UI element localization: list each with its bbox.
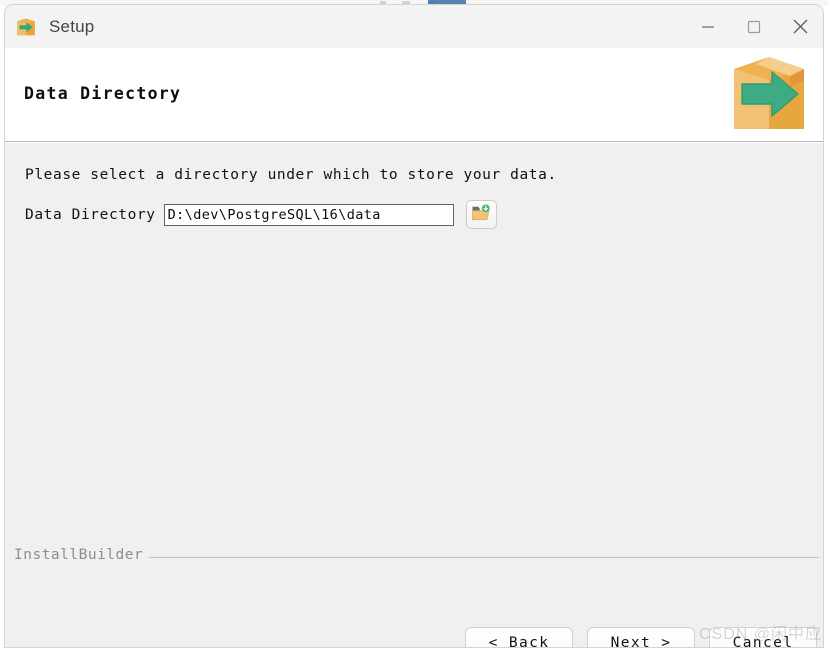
maximize-icon[interactable] <box>731 5 777 48</box>
navigation-buttons: < Back Next > Cancel <box>465 627 817 647</box>
data-directory-label: Data Directory <box>25 206 156 223</box>
page-title: Data Directory <box>24 84 182 103</box>
minimize-icon[interactable] <box>685 5 731 48</box>
instruction-text: Please select a directory under which to… <box>25 167 557 183</box>
footer-divider <box>149 557 819 558</box>
data-directory-input[interactable] <box>163 203 454 226</box>
back-button[interactable]: < Back <box>465 627 573 647</box>
setup-window: Setup Data Directory Please select a dir… <box>4 4 824 648</box>
window-title: Setup <box>49 16 95 36</box>
footer: InstallBuilder < Back Next > Cancel <box>5 547 823 647</box>
title-bar: Setup <box>5 5 823 48</box>
installer-box-arrow-icon <box>15 16 37 38</box>
page-header: Data Directory <box>5 48 823 142</box>
installbuilder-brand: InstallBuilder <box>14 547 144 563</box>
window-controls <box>685 5 823 48</box>
folder-open-icon <box>471 204 491 225</box>
cancel-button[interactable]: Cancel <box>709 627 817 647</box>
installer-box-arrow-logo <box>724 51 814 139</box>
close-icon[interactable] <box>777 5 823 48</box>
data-directory-row: Data Directory <box>25 200 497 229</box>
browse-folder-button[interactable] <box>465 200 497 229</box>
next-button[interactable]: Next > <box>587 627 695 647</box>
